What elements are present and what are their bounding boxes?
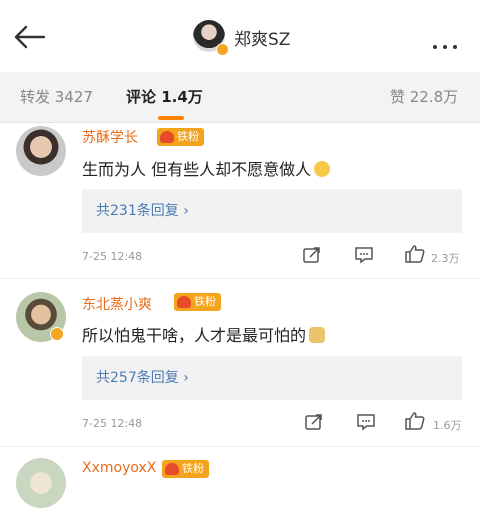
- fan-badge: 铁粉: [174, 293, 221, 311]
- fan-badge: 铁粉: [162, 460, 209, 478]
- page-title: 郑爽SZ: [234, 30, 291, 50]
- comment-username[interactable]: XxmoyoxX: [82, 460, 156, 476]
- active-tab-indicator: [158, 116, 184, 120]
- thumbs-up-icon[interactable]: [404, 411, 426, 431]
- reply-box[interactable]: 共231条回复 ›: [82, 189, 462, 233]
- tab-likes[interactable]: 赞 22.8万: [390, 86, 458, 107]
- fan-badge: 铁粉: [157, 128, 204, 146]
- reply-count-text: 共257条回复: [96, 370, 179, 386]
- comment-avatar[interactable]: [16, 126, 66, 176]
- comment-text: 生而为人 但有些人却不愿意做人: [82, 156, 331, 180]
- comment-text-content: 所以怕鬼干啥，人才是最可怕的: [82, 326, 307, 345]
- comment-avatar[interactable]: [16, 458, 66, 508]
- comment-icon[interactable]: [356, 413, 376, 431]
- comment-text: 所以怕鬼干啥，人才是最可怕的: [82, 322, 326, 346]
- comment-username[interactable]: 苏酥学长: [82, 127, 138, 147]
- thumbs-up-icon[interactable]: [404, 244, 426, 264]
- share-icon[interactable]: [304, 413, 324, 431]
- verified-badge-icon: [50, 327, 64, 341]
- share-icon[interactable]: [302, 246, 322, 264]
- reply-count-link[interactable]: 共231条回复 ›: [82, 189, 462, 233]
- tab-reposts[interactable]: 转发 3427: [20, 86, 93, 107]
- face-emoji-icon: [309, 327, 326, 343]
- comment-text-content: 生而为人 但有些人却不愿意做人: [82, 160, 312, 179]
- like-count: 2.3万: [431, 252, 460, 265]
- comment-username[interactable]: 东北蒸小爽: [82, 294, 152, 314]
- reply-box[interactable]: 共257条回复 ›: [82, 356, 462, 400]
- verified-badge-icon: [216, 43, 229, 56]
- comment-time: 7-25 12:48: [82, 417, 143, 430]
- grin-emoji-icon: [314, 161, 331, 177]
- more-dots-icon[interactable]: [433, 34, 463, 53]
- divider: [0, 446, 480, 447]
- like-count: 1.6万: [433, 419, 462, 432]
- reply-count-link[interactable]: 共257条回复 ›: [82, 356, 462, 400]
- divider: [0, 278, 480, 279]
- tab-comments[interactable]: 评论 1.4万: [126, 86, 203, 107]
- reply-count-text: 共231条回复: [96, 203, 179, 219]
- chevron-right-icon: ›: [183, 203, 189, 219]
- comment-time: 7-25 12:48: [82, 250, 143, 263]
- chevron-right-icon: ›: [183, 370, 189, 386]
- comment-icon[interactable]: [354, 246, 374, 264]
- back-arrow-icon[interactable]: [12, 22, 48, 52]
